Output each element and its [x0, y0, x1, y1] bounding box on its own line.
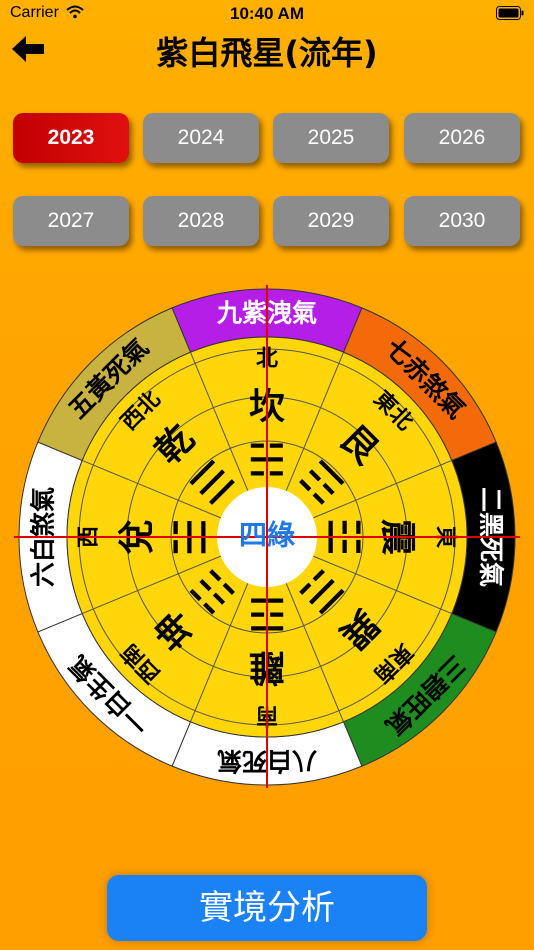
flying-star-wheel: 九紫洩氣七赤煞氣二黑死氣三碧旺氣八白死氣一白生氣六白煞氣五黃死氣 北東北東東南南西…	[14, 285, 520, 788]
analysis-button[interactable]: 實境分析	[107, 875, 427, 941]
center-star-label: 四綠	[239, 519, 295, 552]
